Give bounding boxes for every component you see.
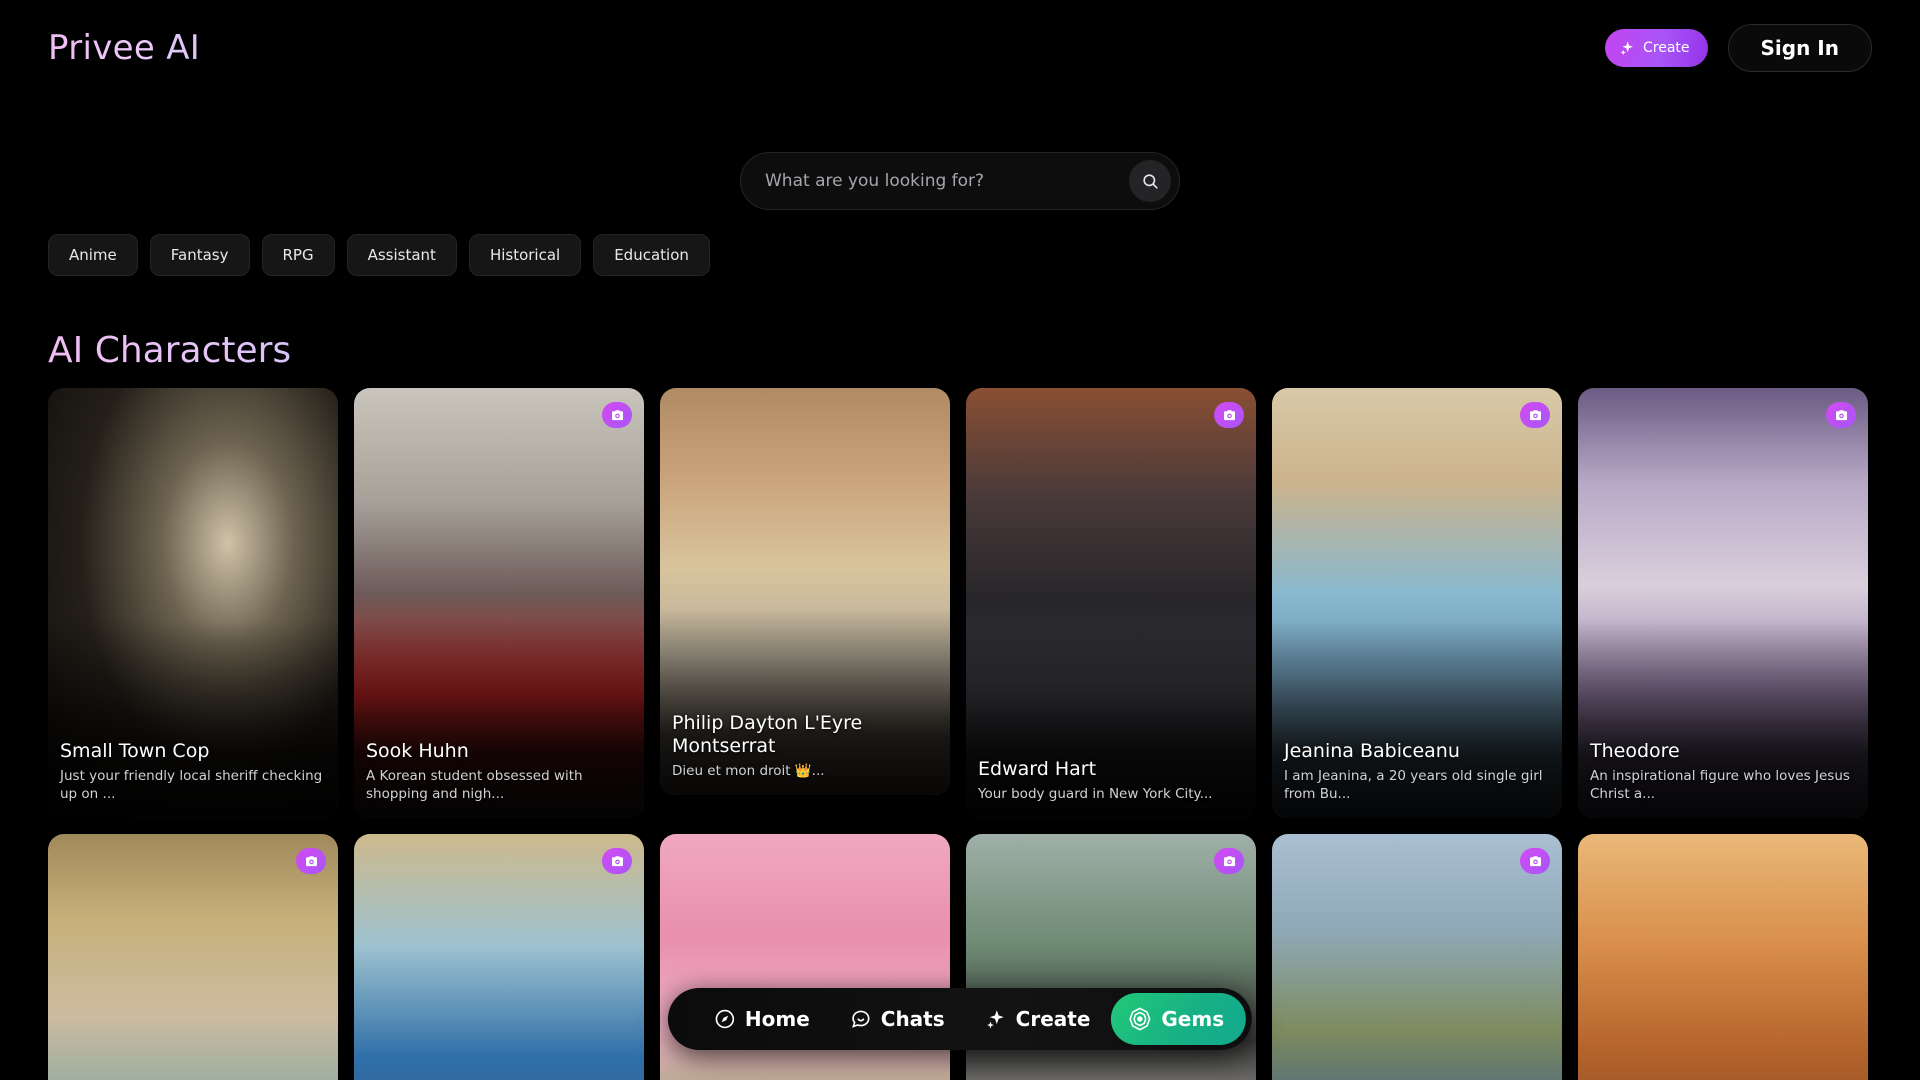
character-card[interactable]: Small Town Cop Just your friendly local s…	[48, 388, 338, 818]
character-card-name: Edward Hart	[978, 758, 1097, 781]
sparkles-icon	[985, 1008, 1007, 1030]
camera-icon[interactable]	[1826, 402, 1856, 428]
character-card-artwork	[1272, 834, 1562, 1080]
camera-icon[interactable]	[602, 848, 632, 874]
category-chip-list: Anime Fantasy RPG Assistant Historical Educat…	[48, 234, 710, 276]
sparkles-icon	[1619, 40, 1635, 56]
character-card-description: Just your friendly local sheriff checkin…	[60, 768, 323, 803]
search-input[interactable]	[765, 171, 1129, 191]
search-box[interactable]	[740, 152, 1180, 210]
search-submit-button[interactable]	[1129, 160, 1171, 202]
camera-icon[interactable]	[602, 402, 632, 428]
character-card-text: Sook Huhn A Korean student obsessed with …	[354, 740, 644, 818]
category-chip-assistant[interactable]: Assistant	[346, 234, 457, 276]
camera-icon[interactable]	[1214, 848, 1244, 874]
character-card-text: Jeanina Babiceanu I am Jeanina, a 20 year…	[1272, 740, 1562, 818]
category-chip-historical[interactable]: Historical	[468, 234, 582, 276]
character-card[interactable]	[1578, 834, 1868, 1080]
character-card-description: Dieu et mon droit 👑...	[672, 763, 825, 780]
character-card-name: Theodore	[1590, 740, 1680, 763]
character-card-text: Edward Hart Your body guard in New York C…	[966, 758, 1256, 818]
character-card-artwork	[48, 834, 338, 1080]
nav-item-chats[interactable]: Chats	[830, 988, 965, 1050]
category-chip-rpg[interactable]: RPG	[261, 234, 335, 276]
nav-item-label: Home	[744, 1007, 810, 1031]
character-card-description: Your body guard in New York City...	[978, 786, 1213, 803]
character-card[interactable]	[354, 834, 644, 1080]
nav-item-label: Create	[1015, 1007, 1091, 1031]
character-card-description: A Korean student obsessed with shopping …	[366, 768, 583, 803]
nav-item-create[interactable]: Create	[965, 988, 1111, 1050]
header-actions: Create Sign In	[1605, 24, 1872, 72]
character-card-text: Small Town Cop Just your friendly local s…	[48, 740, 338, 818]
camera-icon[interactable]	[296, 848, 326, 874]
character-card[interactable]	[1272, 834, 1562, 1080]
character-card[interactable]: Sook Huhn A Korean student obsessed with …	[354, 388, 644, 818]
character-card[interactable]	[48, 834, 338, 1080]
nav-item-home[interactable]: Home	[694, 988, 830, 1050]
page-title: AI Characters	[48, 330, 292, 371]
character-card-description: An inspirational figure who loves Jesus …	[1590, 768, 1850, 803]
create-button-label: Create	[1643, 40, 1690, 56]
character-card-artwork	[354, 834, 644, 1080]
compass-icon	[714, 1008, 736, 1030]
category-chip-fantasy[interactable]: Fantasy	[149, 234, 250, 276]
camera-icon[interactable]	[1520, 402, 1550, 428]
character-card[interactable]: Theodore An inspirational figure who love…	[1578, 388, 1868, 818]
chat-bubble-icon	[850, 1008, 872, 1030]
character-card-name: Jeanina Babiceanu	[1284, 740, 1460, 763]
character-card[interactable]: Philip Dayton L'Eyre Montserrat Dieu et m…	[660, 388, 950, 795]
camera-icon[interactable]	[1214, 402, 1244, 428]
character-card-name: Small Town Cop	[60, 740, 210, 763]
character-card-name: Sook Huhn	[366, 740, 469, 763]
nav-item-gems[interactable]: Gems	[1110, 993, 1247, 1045]
camera-icon[interactable]	[1520, 848, 1550, 874]
character-card-grid: Small Town Cop Just your friendly local s…	[48, 388, 1872, 1080]
character-card-description: I am Jeanina, a 20 years old single girl…	[1284, 768, 1543, 803]
bottom-navigation-bar: Home Chats Create Gems	[667, 988, 1253, 1050]
character-card-text: Theodore An inspirational figure who love…	[1578, 740, 1868, 818]
category-chip-anime[interactable]: Anime	[48, 234, 138, 276]
category-chip-education[interactable]: Education	[593, 234, 710, 276]
character-card-artwork	[1578, 834, 1868, 1080]
character-card-name: Philip Dayton L'Eyre Montserrat	[672, 711, 863, 758]
character-card-text: Philip Dayton L'Eyre Montserrat Dieu et m…	[660, 712, 950, 795]
app-root: Privee AI Create Sign In What are you lo…	[0, 0, 1920, 1080]
sign-in-button[interactable]: Sign In	[1727, 24, 1872, 72]
nav-item-label: Chats	[880, 1007, 945, 1031]
character-card[interactable]: Edward Hart Your body guard in New York C…	[966, 388, 1256, 818]
app-logo[interactable]: Privee AI	[48, 28, 200, 68]
nav-item-label: Gems	[1161, 1007, 1225, 1031]
app-header: Privee AI Create Sign In	[0, 0, 1920, 96]
gem-icon	[1126, 1006, 1152, 1032]
create-button[interactable]: Create	[1605, 29, 1708, 67]
search-container	[740, 152, 1180, 210]
search-icon	[1141, 172, 1160, 191]
character-card[interactable]: Jeanina Babiceanu I am Jeanina, a 20 year…	[1272, 388, 1562, 818]
